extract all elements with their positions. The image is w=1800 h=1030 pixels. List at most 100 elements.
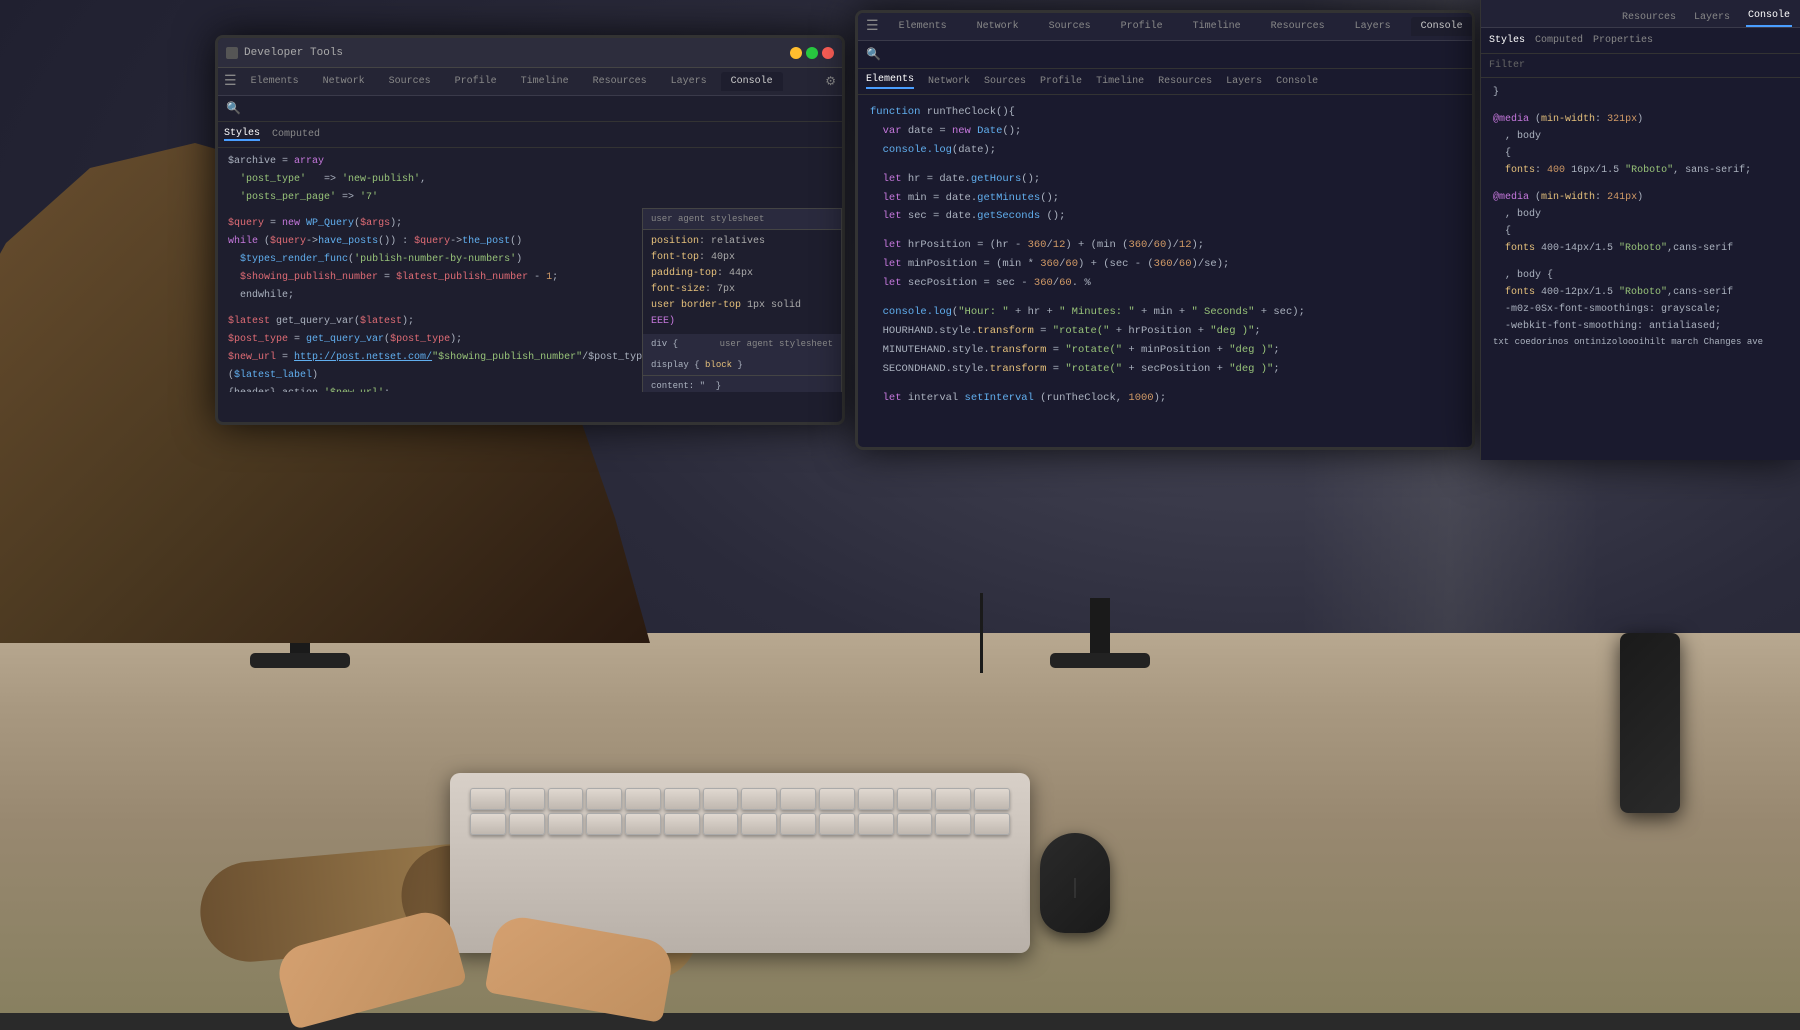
key[interactable] (935, 788, 971, 810)
right-tab-resources[interactable]: Resources (1261, 17, 1335, 36)
third-sub-tab-styles[interactable]: Styles (1489, 35, 1525, 46)
right-sub-tab-bar: Elements Network Sources Profile Timelin… (858, 69, 1472, 95)
css-rule: fonts: 400 16px/1.5 "Roboto", sans-serif… (1493, 162, 1788, 179)
key[interactable] (586, 813, 622, 835)
key[interactable] (586, 788, 622, 810)
sub-tab-bar: Styles Computed (218, 122, 842, 148)
tab-layers[interactable]: Layers (661, 72, 717, 91)
key[interactable] (548, 813, 584, 835)
device-right (1620, 633, 1680, 813)
css-rule: fonts 400-14px/1.5 "Roboto",cans-serif (1493, 240, 1788, 257)
monitor-cable (980, 593, 983, 673)
tab-console[interactable]: Console (721, 72, 783, 91)
third-panel-tab-bar: Resources Layers Console (1481, 0, 1800, 28)
key[interactable] (703, 788, 739, 810)
third-tab-console[interactable]: Console (1746, 6, 1792, 27)
third-filter-label: Filter (1489, 60, 1525, 71)
code-area: $archive = array 'post_type' => 'new-pub… (218, 148, 842, 392)
key[interactable] (625, 813, 661, 835)
mouse-divider (1075, 878, 1076, 898)
code-blank (870, 226, 1460, 236)
third-sub-tab-properties[interactable]: Properties (1593, 35, 1653, 46)
monitor-stand-right (1090, 598, 1110, 658)
key[interactable] (548, 788, 584, 810)
seconds-label: Seconds (1204, 306, 1248, 318)
css-rule: @media (min-width: 241px) (1493, 189, 1788, 206)
key[interactable] (780, 788, 816, 810)
tab-timeline[interactable]: Timeline (511, 72, 579, 91)
code-line: let interval setInterval (runTheClock, 1… (870, 389, 1460, 408)
key[interactable] (897, 788, 933, 810)
right-tab-profile[interactable]: Profile (1111, 17, 1173, 36)
tab-elements[interactable]: Elements (241, 72, 309, 91)
third-tab-resources[interactable]: Resources (1620, 8, 1678, 27)
code-blank (870, 379, 1460, 389)
key[interactable] (974, 813, 1010, 835)
code-line: function runTheClock(){ (870, 103, 1460, 122)
code-line: 'post_type' => 'new-publish', (228, 172, 832, 188)
code-line: MINUTEHAND.style.transform = "rotate(" +… (870, 341, 1460, 360)
right-sub-tab-layers[interactable]: Layers (1226, 76, 1262, 87)
code-line: let min = date.getMinutes(); (870, 189, 1460, 208)
key[interactable] (625, 788, 661, 810)
close-button[interactable] (822, 47, 834, 59)
code-line: let hrPosition = (hr - 360/12) + (min (3… (870, 236, 1460, 255)
third-sub-tab-computed[interactable]: Computed (1535, 35, 1583, 46)
css-rule: { (1493, 145, 1788, 162)
tab-sources[interactable]: Sources (379, 72, 441, 91)
right-sub-tab-resources[interactable]: Resources (1158, 76, 1212, 87)
devtools-title: Developer Tools (244, 47, 343, 59)
key[interactable] (819, 788, 855, 810)
minimize-button[interactable] (790, 47, 802, 59)
key[interactable] (703, 813, 739, 835)
third-filter-bar: Filter (1481, 54, 1800, 78)
key[interactable] (509, 813, 545, 835)
key[interactable] (741, 813, 777, 835)
right-hamburger-icon[interactable]: ☰ (866, 18, 879, 35)
hamburger-icon[interactable]: ☰ (224, 73, 237, 90)
tab-styles[interactable]: Styles (224, 128, 260, 141)
third-sub-tab-bar: Styles Computed Properties (1481, 28, 1800, 54)
maximize-button[interactable] (806, 47, 818, 59)
search-icon: 🔍 (226, 101, 241, 116)
key[interactable] (780, 813, 816, 835)
tab-computed[interactable]: Computed (272, 129, 320, 140)
right-tab-network[interactable]: Network (967, 17, 1029, 36)
third-panel: Resources Layers Console Styles Computed… (1480, 0, 1800, 460)
tab-resources[interactable]: Resources (583, 72, 657, 91)
key[interactable] (470, 813, 506, 835)
right-tab-elements[interactable]: Elements (889, 17, 957, 36)
key[interactable] (897, 813, 933, 835)
css-rule: txt coedorinos ontinizoloooihilt march C… (1493, 335, 1788, 350)
key[interactable] (741, 788, 777, 810)
css-blank (1493, 101, 1788, 111)
tab-network[interactable]: Network (313, 72, 375, 91)
right-tab-console[interactable]: Console (1411, 17, 1473, 36)
right-sub-tab-sources[interactable]: Sources (984, 76, 1026, 87)
overlay-div: div { user agent stylesheet (643, 334, 841, 354)
tab-profile[interactable]: Profile (445, 72, 507, 91)
key[interactable] (819, 813, 855, 835)
code-line: var date = new Date(); (870, 122, 1460, 141)
code-line: SECONDHAND.style.transform = "rotate(" +… (870, 360, 1460, 379)
third-tab-layers[interactable]: Layers (1692, 8, 1732, 27)
right-tab-layers[interactable]: Layers (1345, 17, 1401, 36)
key[interactable] (664, 813, 700, 835)
right-sub-tab-console[interactable]: Console (1276, 76, 1318, 87)
right-sub-tab-timeline[interactable]: Timeline (1096, 76, 1144, 87)
right-sub-tab-network[interactable]: Network (928, 76, 970, 87)
key[interactable] (664, 788, 700, 810)
right-tab-timeline[interactable]: Timeline (1183, 17, 1251, 36)
key[interactable] (858, 813, 894, 835)
code-line: let secPosition = sec - 360/60. % (870, 274, 1460, 293)
right-sub-tab-elements[interactable]: Elements (866, 74, 914, 89)
key[interactable] (858, 788, 894, 810)
key[interactable] (935, 813, 971, 835)
right-tab-sources[interactable]: Sources (1039, 17, 1101, 36)
key[interactable] (509, 788, 545, 810)
code-line: HOURHAND.style.transform = "rotate(" + h… (870, 322, 1460, 341)
key[interactable] (470, 788, 506, 810)
right-sub-tab-profile[interactable]: Profile (1040, 76, 1082, 87)
settings-icon[interactable]: ⚙ (825, 74, 836, 89)
key[interactable] (974, 788, 1010, 810)
